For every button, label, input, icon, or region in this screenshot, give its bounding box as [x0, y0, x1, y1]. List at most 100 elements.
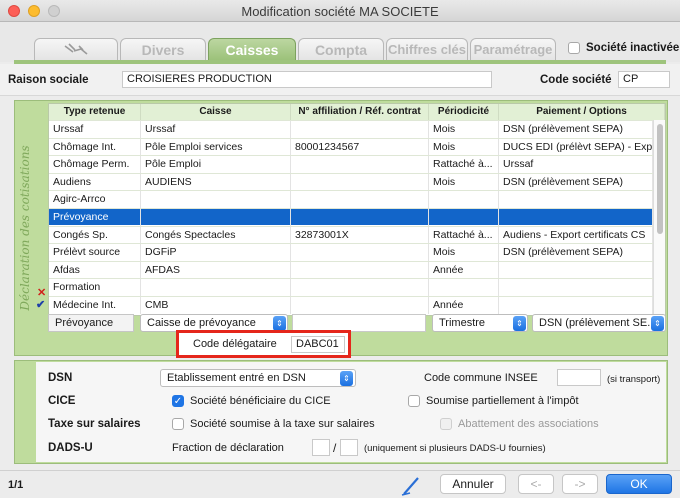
dsn-select[interactable]: Etablissement entré en DSN [160, 369, 356, 387]
periodicite-select-value: Trimestre [439, 317, 486, 329]
cell-caisse: CMB [141, 297, 291, 314]
ok-button[interactable]: OK [606, 474, 672, 494]
table-row[interactable]: Médecine Int. CMB Année [49, 296, 653, 314]
cell-periodicite: Mois [429, 121, 499, 138]
periodicite-select-arrows-icon[interactable]: ⇕ [513, 316, 526, 331]
tab-caisses[interactable]: Caisses [208, 38, 296, 60]
cell-affiliation [291, 209, 429, 226]
code-societe-label: Code société [540, 74, 612, 86]
satellite-icon [64, 43, 88, 55]
partiel-impot-label: Soumise partiellement à l'impôt [426, 395, 579, 407]
col-header-paiement[interactable]: Paiement / Options [499, 104, 665, 120]
table-row[interactable]: Prévoyance [49, 208, 653, 226]
cell-caisse [141, 209, 291, 226]
table-row[interactable]: Urssaf Urssaf Mois DSN (prélèvement SEPA) [49, 120, 653, 138]
dadsu-note: (uniquement si plusieurs DADS-U fournies… [364, 443, 546, 454]
footer-bar: 1/1 Annuler <- -> OK [0, 470, 680, 498]
table-row[interactable]: Chômage Perm. Pôle Emploi Rattaché à... Urs… [49, 155, 653, 174]
fraction-den-input[interactable] [340, 439, 358, 456]
societe-inactivee-checkbox[interactable] [568, 42, 580, 54]
cell-type: Congés Sp. [49, 226, 141, 244]
declaration-side-label: Déclaration des cotisations [18, 145, 32, 311]
cell-affiliation [291, 156, 429, 174]
tab-general[interactable] [34, 38, 118, 60]
tab-compta[interactable]: Compta [298, 38, 384, 60]
fraction-num-input[interactable] [312, 439, 330, 456]
table-row[interactable]: Congés Sp. Congés Spectacles 32873001X Ratt… [49, 225, 653, 244]
cell-paiement: DSN (prélèvement SEPA) [499, 121, 653, 138]
cell-caisse: Pôle Emploi services [141, 138, 291, 156]
taxe-checkbox[interactable] [172, 418, 184, 430]
tab-divers[interactable]: Divers [120, 38, 206, 60]
table-row[interactable]: Prélèvt source DGFiP Mois DSN (prélèvement … [49, 243, 653, 262]
cell-caisse: Urssaf [141, 121, 291, 138]
cell-periodicite [429, 191, 499, 209]
code-societe-input[interactable]: CP [618, 71, 670, 88]
dsn-select-value: Etablissement entré en DSN [167, 372, 306, 384]
societe-inactivee-label: Société inactivée [586, 42, 680, 54]
cell-caisse: AUDIENS [141, 173, 291, 191]
paiement-select-value: DSN (prélèvement SE... [539, 317, 657, 329]
taxe-label: Taxe sur salaires [48, 418, 141, 430]
cell-caisse [141, 279, 291, 297]
cell-periodicite [429, 279, 499, 297]
cell-type: Chômage Int. [49, 138, 141, 156]
raison-sociale-input[interactable]: CROISIERES PRODUCTION [122, 71, 492, 88]
cell-periodicite: Mois [429, 138, 499, 156]
paiement-select-arrows-icon[interactable]: ⇕ [651, 316, 664, 331]
cell-periodicite: Mois [429, 244, 499, 262]
cell-affiliation [291, 244, 429, 262]
cell-type: Urssaf [49, 121, 141, 138]
cell-affiliation [291, 191, 429, 209]
tab-parametrage[interactable]: Paramétrage [470, 38, 556, 60]
cell-paiement [499, 297, 653, 314]
table-row[interactable]: Formation [49, 278, 653, 297]
next-button[interactable]: -> [562, 474, 598, 494]
cell-type: Prélèvt source [49, 244, 141, 262]
cell-affiliation: 32873001X [291, 226, 429, 244]
prev-button[interactable]: <- [518, 474, 554, 494]
code-delegataire-highlight: Code délégataire DABC01 [176, 330, 351, 358]
table-row[interactable]: Afdas AFDAS Année [49, 260, 653, 279]
insee-input[interactable] [557, 369, 601, 386]
cancel-button[interactable]: Annuler [440, 474, 506, 494]
partiel-impot-checkbox[interactable] [408, 395, 420, 407]
cell-type: Audiens [49, 173, 141, 191]
table-row[interactable]: Audiens AUDIENS Mois DSN (prélèvement SEPA) [49, 172, 653, 191]
col-header-type[interactable]: Type retenue [49, 104, 141, 120]
scroll-thumb[interactable] [657, 124, 663, 234]
col-header-periodicite[interactable]: Périodicité [429, 104, 499, 120]
col-header-affiliation[interactable]: N° affiliation / Réf. contrat [291, 104, 429, 120]
cell-type: Prévoyance [49, 209, 141, 226]
check-mark-icon[interactable]: ✔ [36, 298, 45, 311]
page-counter: 1/1 [8, 479, 24, 491]
abattement-checkbox[interactable] [440, 418, 452, 430]
table-row[interactable]: Chômage Int. Pôle Emploi services 80001234… [49, 137, 653, 156]
cell-type: Chômage Perm. [49, 156, 141, 174]
col-header-caisse[interactable]: Caisse [141, 104, 291, 120]
fraction-separator: / [333, 441, 337, 455]
cell-paiement: Urssaf [499, 156, 653, 174]
cell-type: Afdas [49, 261, 141, 279]
window-title: Modification société MA SOCIETE [241, 4, 439, 19]
cell-periodicite: Année [429, 261, 499, 279]
table-scrollbar[interactable] [653, 120, 665, 315]
cell-paiement: DUCS EDI (prélèvt SEPA) - Exp. AEM [499, 138, 653, 156]
tab-chiffres-cles[interactable]: Chiffres clés [386, 38, 468, 60]
paiement-select[interactable]: DSN (prélèvement SE... [532, 314, 666, 332]
cice-checkbox[interactable]: ✓ [172, 395, 184, 407]
cell-type: Agirc-Arrco [49, 191, 141, 209]
cell-type: Médecine Int. [49, 297, 141, 314]
insee-label: Code commune INSEE [424, 372, 538, 384]
cice-checkbox-label: Société bénéficiaire du CICE [190, 395, 331, 407]
cell-affiliation [291, 279, 429, 297]
caisse-select-arrows-icon[interactable]: ⇕ [273, 316, 286, 331]
pen-icon[interactable] [400, 474, 424, 496]
cell-caisse: AFDAS [141, 261, 291, 279]
cell-affiliation [291, 297, 429, 314]
caisses-table: Type retenue Caisse N° affiliation / Réf… [48, 103, 666, 316]
table-row[interactable]: Agirc-Arrco [49, 190, 653, 209]
cell-paiement [499, 209, 653, 226]
code-delegataire-input[interactable]: DABC01 [291, 336, 345, 353]
dsn-select-arrows-icon[interactable]: ⇕ [340, 371, 353, 386]
